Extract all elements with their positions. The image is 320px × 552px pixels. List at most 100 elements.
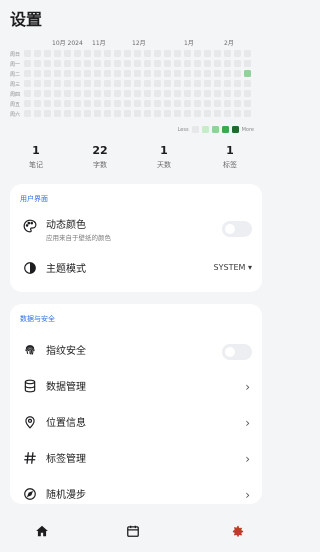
heatmap-day-cell xyxy=(94,70,101,77)
heatmap-day-cell xyxy=(244,50,251,57)
heatmap-day-cell xyxy=(24,70,31,77)
toggle-knob xyxy=(225,224,235,234)
fingerprint-toggle[interactable] xyxy=(222,344,252,360)
heatmap-day-cell xyxy=(84,100,91,107)
heatmap-day-cell xyxy=(114,110,121,117)
heatmap-day-cell xyxy=(134,60,141,67)
palette-icon xyxy=(21,217,39,235)
heatmap-day-cell xyxy=(44,80,51,87)
theme-mode-select[interactable]: SYSTEM ▾ xyxy=(214,263,252,272)
heatmap-day-cell xyxy=(94,100,101,107)
row-title: 数据管理 xyxy=(46,382,86,393)
heatmap-day-cell xyxy=(244,80,251,87)
heatmap-day-cell xyxy=(134,80,141,87)
heatmap-weekday-label: 周三 xyxy=(10,82,21,88)
heatmap-day-cell xyxy=(214,80,221,87)
heatmap-day-cell xyxy=(164,110,171,117)
heatmap-day-cell xyxy=(64,60,71,67)
heatmap-day-cell xyxy=(164,60,171,67)
heatmap-day-cell xyxy=(134,90,141,97)
heatmap-day-cell xyxy=(214,110,221,117)
heatmap-day-cell xyxy=(64,90,71,97)
heatmap-day-cell xyxy=(234,60,241,67)
heatmap-weekday-label: 周四 xyxy=(10,92,21,98)
dynamic-color-toggle[interactable] xyxy=(222,221,252,237)
location-pin-icon xyxy=(21,413,39,431)
heatmap-day-cell xyxy=(174,70,181,77)
heatmap-day-cell xyxy=(164,90,171,97)
row-title: 位置信息 xyxy=(46,418,86,429)
theme-mode-row[interactable]: 主题模式 SYSTEM ▾ xyxy=(10,250,262,286)
heatmap-day-cell xyxy=(104,80,111,87)
heatmap-day-cell xyxy=(74,90,81,97)
heatmap-day-cell xyxy=(154,100,161,107)
stat-label: 笔记 xyxy=(29,161,43,169)
heatmap-day-cell xyxy=(164,70,171,77)
heatmap-month: 11月 xyxy=(92,40,106,47)
ui-settings-card: 用户界面 动态颜色 应用来自于壁纸的颜色 主题模式 SYSTEM ▾ xyxy=(10,184,262,292)
heatmap-day-cell xyxy=(164,50,171,57)
heatmap-day-cell xyxy=(74,110,81,117)
heatmap-day-cell xyxy=(234,100,241,107)
heatmap-month: 2月 xyxy=(224,40,234,47)
stat-label: 标签 xyxy=(223,161,237,169)
heatmap-day-cell xyxy=(174,50,181,57)
heatmap-day-cell xyxy=(54,70,61,77)
heatmap-day-cell xyxy=(204,110,211,117)
heatmap-day-cell xyxy=(44,100,51,107)
heatmap-day-cell xyxy=(174,80,181,87)
legend-swatch xyxy=(231,126,239,133)
heatmap-day-cell xyxy=(234,50,241,57)
heatmap-day-cell xyxy=(74,60,81,67)
heatmap-day-cell xyxy=(114,90,121,97)
stats-row: 1 笔记 22 字数 1 天数 1 标签 xyxy=(8,144,264,174)
heatmap-day-cell xyxy=(74,80,81,87)
heatmap-day-cell xyxy=(104,70,111,77)
stat-label: 字数 xyxy=(93,161,107,169)
heatmap-day-cell xyxy=(24,60,31,67)
heatmap-day-cell xyxy=(154,70,161,77)
toggle-knob xyxy=(225,347,235,357)
heatmap-day-cell xyxy=(104,90,111,97)
heatmap-day-cell xyxy=(54,110,61,117)
heatmap-day-cell xyxy=(194,110,201,117)
heatmap-day-cell xyxy=(34,70,41,77)
tag-management-row[interactable]: 标签管理 › xyxy=(10,440,262,476)
heatmap-day-cell xyxy=(214,70,221,77)
heatmap-day-cell xyxy=(34,50,41,57)
heatmap-day-cell xyxy=(234,80,241,87)
heatmap-day-cell xyxy=(24,50,31,57)
heatmap-day-cell xyxy=(174,60,181,67)
compass-icon xyxy=(21,485,39,503)
heatmap-month: 10月 2024 xyxy=(52,40,83,47)
heatmap-day-cell xyxy=(134,50,141,57)
heatmap-day-cell xyxy=(34,80,41,87)
location-info-row[interactable]: 位置信息 › xyxy=(10,404,262,440)
heatmap-day-cell xyxy=(154,90,161,97)
heatmap-day-cell xyxy=(124,50,131,57)
heatmap-day-cell xyxy=(194,50,201,57)
heatmap-day-cell xyxy=(194,90,201,97)
calendar-icon[interactable] xyxy=(120,518,146,544)
row-title: 随机漫步 xyxy=(46,490,86,501)
heatmap-day-cell xyxy=(144,100,151,107)
legend-swatch xyxy=(201,126,209,133)
section-header: 数据与安全 xyxy=(20,315,55,323)
heatmap-day-cell xyxy=(84,50,91,57)
heatmap-day-cell xyxy=(144,50,151,57)
heatmap-day-cell xyxy=(64,70,71,77)
heatmap-day-cell xyxy=(244,110,251,117)
heatmap-day-cell xyxy=(24,110,31,117)
settings-gear-icon[interactable] xyxy=(224,518,250,544)
heatmap-day-cell xyxy=(44,90,51,97)
dynamic-color-row[interactable]: 动态颜色 应用来自于壁纸的颜色 xyxy=(10,208,262,244)
data-management-row[interactable]: 数据管理 › xyxy=(10,368,262,404)
stat-words: 22 字数 xyxy=(72,144,128,170)
contribution-heatmap: 10月 2024 11月 12月 1月 2月 周日 周一 周二 周三 周四 周五… xyxy=(10,38,260,138)
chevron-right-icon: › xyxy=(245,488,250,502)
random-walk-row[interactable]: 随机漫步 › xyxy=(10,476,262,504)
heatmap-weekday-label: 周一 xyxy=(10,62,21,68)
home-icon[interactable] xyxy=(29,518,55,544)
legend-less-label: Less xyxy=(177,126,189,133)
fingerprint-security-row[interactable]: 指纹安全 xyxy=(10,332,262,368)
